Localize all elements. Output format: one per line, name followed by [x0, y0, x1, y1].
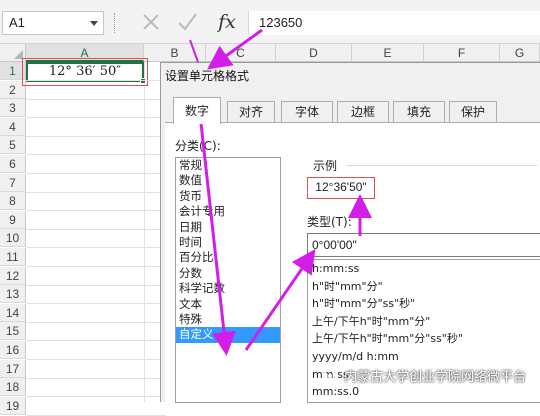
row-header-3[interactable]: 3: [0, 99, 26, 118]
category-item-general[interactable]: 常规: [176, 158, 280, 173]
row-header-18[interactable]: 18: [0, 378, 26, 397]
chevron-down-icon[interactable]: [90, 21, 98, 26]
row-gridline: [26, 377, 166, 379]
category-list[interactable]: 常规 数值 货币 会计专用 日期 时间 百分比 分数 科学记数 文本 特殊 自定…: [175, 157, 281, 403]
type-format-item[interactable]: h:mm:ss: [308, 260, 540, 278]
name-box-value: A1: [9, 15, 25, 30]
category-item-date[interactable]: 日期: [176, 220, 280, 235]
cell-a1-value: 12° 36′ 50″: [48, 64, 122, 79]
dialog-title: 设置单元格格式: [165, 69, 250, 83]
row-gridline: [26, 247, 166, 249]
category-label: 分类(C):: [175, 139, 221, 153]
row-header-11[interactable]: 11: [0, 248, 26, 266]
row-header-14[interactable]: 14: [0, 303, 26, 322]
tab-alignment[interactable]: 对齐: [227, 101, 275, 123]
row-header-15[interactable]: 15: [0, 322, 26, 341]
row-gridline: [26, 303, 166, 305]
type-input[interactable]: 0°00'00": [307, 233, 540, 257]
sample-divider: [347, 165, 537, 166]
row-gridline: [26, 135, 166, 137]
row-header-5[interactable]: 5: [0, 136, 26, 155]
row-gridline: [26, 228, 166, 230]
row-gridline: [26, 284, 166, 286]
row-header-12[interactable]: 12: [0, 266, 26, 285]
column-header-g[interactable]: G: [500, 44, 540, 62]
category-item-time[interactable]: 时间: [176, 235, 280, 250]
category-item-fraction[interactable]: 分数: [176, 266, 280, 281]
row-header-17[interactable]: 17: [0, 359, 26, 378]
row-header-19[interactable]: 19: [0, 396, 26, 415]
format-cells-dialog: 设置单元格格式 数字 对齐 字体 边框 填充 保护 分类(C): 常规 数值 货…: [160, 62, 540, 403]
tab-fill[interactable]: 填充: [393, 101, 445, 123]
sample-label: 示例: [313, 159, 338, 173]
type-format-item[interactable]: h"时"mm"分": [308, 278, 540, 296]
column-header-e[interactable]: E: [352, 44, 424, 62]
column-header-d[interactable]: D: [276, 44, 352, 62]
row-gridline: [26, 210, 166, 212]
row-header-16[interactable]: 16: [0, 341, 26, 359]
category-item-number[interactable]: 数值: [176, 173, 280, 188]
row-header-8[interactable]: 8: [0, 192, 26, 211]
row-gridline: [26, 98, 166, 100]
x-icon[interactable]: [138, 8, 164, 36]
row-gridline: [26, 396, 166, 398]
column-header-c[interactable]: C: [206, 44, 276, 62]
column-gridline: [144, 62, 145, 402]
row-gridline: [26, 359, 166, 360]
row-header-13[interactable]: 13: [0, 285, 26, 304]
formula-input[interactable]: 123650: [248, 11, 540, 35]
active-cell-a1[interactable]: 12° 36′ 50″: [26, 62, 146, 84]
row-gridline: [26, 340, 166, 342]
watermark-logo-icon: [323, 369, 337, 383]
row-gridline: [26, 173, 166, 174]
tab-protection[interactable]: 保护: [449, 101, 497, 123]
category-item-custom[interactable]: 自定义: [176, 327, 280, 343]
type-format-item[interactable]: h"时"mm"分"ss"秒": [308, 295, 540, 313]
type-format-item[interactable]: 上午/下午h"时"mm"分"ss"秒": [308, 330, 540, 348]
watermark-text: 内蒙古大学创业学院网络微平台: [322, 366, 526, 386]
row-gridline: [26, 321, 166, 323]
type-label: 类型(T):: [307, 215, 352, 229]
type-format-item[interactable]: yyyy/m/d h:mm: [308, 348, 540, 366]
row-gridline: [26, 154, 166, 156]
watermark-label: 内蒙古大学创业学院网络微平台: [344, 370, 527, 385]
type-format-item[interactable]: 上午/下午h"时"mm"分": [308, 313, 540, 331]
column-header-b[interactable]: B: [144, 44, 206, 62]
row-header-10[interactable]: 10: [0, 229, 26, 248]
row-header-4[interactable]: 4: [0, 117, 26, 136]
row-header-6[interactable]: 6: [0, 155, 26, 173]
fill-handle[interactable]: [140, 78, 146, 84]
sample-preview: 12°36'50": [307, 177, 375, 199]
tab-number[interactable]: 数字: [173, 97, 221, 124]
row-header-9[interactable]: 9: [0, 210, 26, 229]
row-gridline: [26, 80, 166, 81]
category-item-scientific[interactable]: 科学记数: [176, 281, 280, 296]
formula-bar-separator: [114, 13, 116, 33]
tab-font[interactable]: 字体: [281, 101, 333, 123]
row-header-7[interactable]: 7: [0, 173, 26, 192]
fx-icon[interactable]: fx: [214, 8, 240, 36]
row-gridline: [26, 191, 166, 193]
check-icon[interactable]: [174, 8, 200, 36]
category-item-percentage[interactable]: 百分比: [176, 250, 280, 265]
category-item-special[interactable]: 特殊: [176, 312, 280, 327]
tab-border[interactable]: 边框: [337, 101, 389, 123]
name-box[interactable]: A1: [2, 11, 104, 35]
formula-value: 123650: [259, 15, 303, 30]
row-gridline: [26, 266, 166, 267]
row-gridline: [26, 117, 166, 119]
column-header-f[interactable]: F: [424, 44, 500, 62]
dialog-tabs: 数字 对齐 字体 边框 填充 保护: [165, 97, 540, 124]
formula-bar: A1 fx 123650: [0, 0, 540, 44]
category-item-accounting[interactable]: 会计专用: [176, 204, 280, 219]
category-item-currency[interactable]: 货币: [176, 189, 280, 204]
category-item-text[interactable]: 文本: [176, 297, 280, 312]
